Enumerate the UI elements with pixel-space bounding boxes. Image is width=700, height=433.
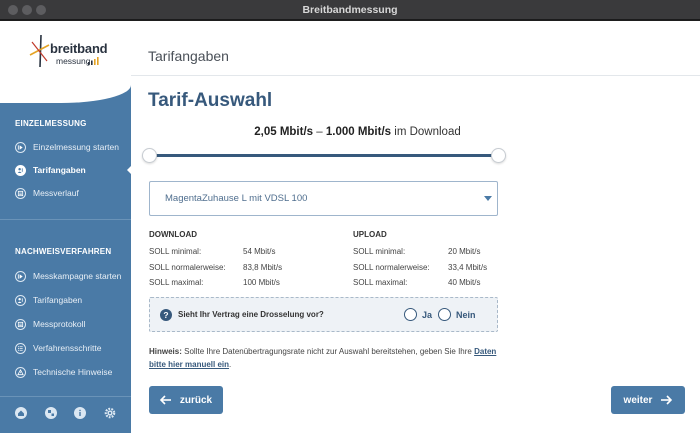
- page-title: Tarifangaben: [148, 48, 229, 64]
- arrow-right-icon: [661, 395, 673, 405]
- throttling-no-radio[interactable]: Nein: [438, 308, 476, 321]
- download-min-value: 54 Mbit/s: [243, 247, 276, 256]
- range-min-value: 2,05 Mbit/s: [254, 126, 314, 138]
- sidebar-item-label: Tarifangaben: [33, 165, 86, 175]
- page-header: Tarifangaben: [131, 21, 700, 76]
- radio-circle[interactable]: [404, 308, 417, 321]
- upload-max-value: 40 Mbit/s: [448, 278, 481, 287]
- window-title: Breitbandmessung: [302, 4, 398, 16]
- network-icon[interactable]: [45, 407, 57, 419]
- range-suffix: im Download: [391, 126, 461, 138]
- logo-word-breitband: breitband: [50, 41, 108, 56]
- throttling-question-box: ? Sieht Ihr Vertrag eine Drosselung vor?…: [149, 297, 498, 332]
- sidebar-item-label: Tarifangaben: [33, 295, 83, 305]
- upload-heading: UPLOAD: [353, 230, 387, 239]
- tariff-select-value: MagentaZuhause L mit VDSL 100: [165, 193, 308, 204]
- upload-min-label: SOLL minimal:: [353, 247, 406, 256]
- logo-star-icon: [29, 34, 50, 68]
- sidebar-item-label: Einzelmessung starten: [33, 142, 119, 152]
- sidebar-item-label: Technische Hinweise: [33, 367, 113, 377]
- radio-label-nein: Nein: [456, 309, 476, 320]
- steps-icon: [15, 342, 26, 354]
- signal-bars-icon: [88, 57, 99, 65]
- sidebar-item-messprotokoll[interactable]: Messprotokoll: [15, 316, 131, 332]
- range-separator: –: [313, 126, 326, 138]
- hint-end: .: [229, 360, 232, 369]
- sidebar-item-tarifangaben-active[interactable]: Tarifangaben: [15, 162, 131, 178]
- tariff-select[interactable]: MagentaZuhause L mit VDSL 100: [149, 181, 498, 216]
- hint-label: Hinweis:: [149, 347, 182, 356]
- sidebar-item-label: Messverlauf: [33, 188, 79, 198]
- hint-text: Hinweis: Sollte Ihre Datenübertragungsra…: [149, 345, 509, 371]
- sidebar-item-label: Messprotokoll: [33, 319, 86, 329]
- sidebar-bottom-toolbar: [0, 401, 131, 425]
- tariff-icon: [15, 294, 26, 306]
- sidebar-item-verfahrensschritte[interactable]: Verfahrensschritte: [15, 340, 131, 356]
- question-icon: ?: [160, 309, 172, 321]
- download-heading: DOWNLOAD: [149, 230, 197, 239]
- upload-normal-label: SOLL normalerweise:: [353, 263, 430, 272]
- download-normal-label: SOLL normalerweise:: [149, 263, 226, 272]
- sidebar-item-einzelmessung-starten[interactable]: Einzelmessung starten: [15, 139, 131, 155]
- download-max-label: SOLL maximal:: [149, 278, 204, 287]
- range-slider-track[interactable]: [149, 154, 498, 157]
- logo: breitband messung: [0, 21, 131, 103]
- play-icon: [15, 141, 26, 153]
- section-nachweisverfahren-heading: NACHWEISVERFAHREN: [15, 247, 112, 256]
- home-icon[interactable]: [15, 407, 27, 419]
- download-max-value: 100 Mbit/s: [243, 278, 280, 287]
- sidebar-divider: [0, 219, 131, 220]
- next-button-label: weiter: [623, 394, 653, 406]
- chevron-down-icon: [484, 196, 492, 201]
- radio-label-ja: Ja: [422, 309, 433, 320]
- protocol-icon: [15, 318, 26, 330]
- logo-word-messung: messung: [56, 56, 91, 66]
- next-button[interactable]: weiter: [611, 386, 685, 414]
- info-icon[interactable]: [74, 407, 86, 419]
- back-button-label: zurück: [179, 394, 213, 406]
- download-normal-value: 83,8 Mbit/s: [243, 263, 283, 272]
- range-slider-min-handle[interactable]: [141, 148, 157, 163]
- play-icon: [15, 270, 26, 282]
- sidebar-divider: [0, 396, 131, 397]
- upload-min-value: 20 Mbit/s: [448, 247, 481, 256]
- main-content: Tarifangaben Tarif-Auswahl 2,05 Mbit/s –…: [131, 21, 700, 433]
- upload-max-label: SOLL maximal:: [353, 278, 408, 287]
- window-titlebar: Breitbandmessung: [0, 0, 700, 20]
- range-max-value: 1.000 Mbit/s: [325, 126, 392, 138]
- back-button[interactable]: zurück: [149, 386, 223, 414]
- history-icon: [15, 187, 26, 199]
- tariff-icon: [15, 164, 26, 176]
- sidebar-item-label: Messkampagne starten: [33, 271, 122, 281]
- info-icon: [15, 366, 26, 378]
- sidebar-item-messkampagne-starten[interactable]: Messkampagne starten: [15, 268, 131, 284]
- range-slider-max-handle[interactable]: [490, 148, 506, 163]
- arrow-left-icon: [159, 395, 171, 405]
- hint-body: Sollte Ihre Datenübertragungsrate nicht …: [181, 347, 475, 356]
- radio-circle[interactable]: [438, 308, 451, 321]
- throttling-question-text: Sieht Ihr Vertrag eine Drosselung vor?: [178, 310, 324, 319]
- upload-normal-value: 33,4 Mbit/s: [448, 263, 488, 272]
- sidebar-item-label: Verfahrensschritte: [33, 343, 102, 353]
- download-range-label: 2,05 Mbit/s – 1.000 Mbit/s im Download: [73, 126, 642, 138]
- sidebar: breitband messung EINZELMESSUNG Einzelme…: [0, 21, 131, 433]
- sidebar-item-technische-hinweise[interactable]: Technische Hinweise: [15, 364, 131, 380]
- download-min-label: SOLL minimal:: [149, 247, 202, 256]
- throttling-yes-radio[interactable]: Ja: [404, 308, 432, 321]
- sidebar-item-messverlauf[interactable]: Messverlauf: [15, 185, 131, 201]
- sidebar-item-tarifangaben[interactable]: Tarifangaben: [15, 292, 131, 308]
- section-title: Tarif-Auswahl: [148, 90, 273, 111]
- settings-icon[interactable]: [104, 407, 116, 419]
